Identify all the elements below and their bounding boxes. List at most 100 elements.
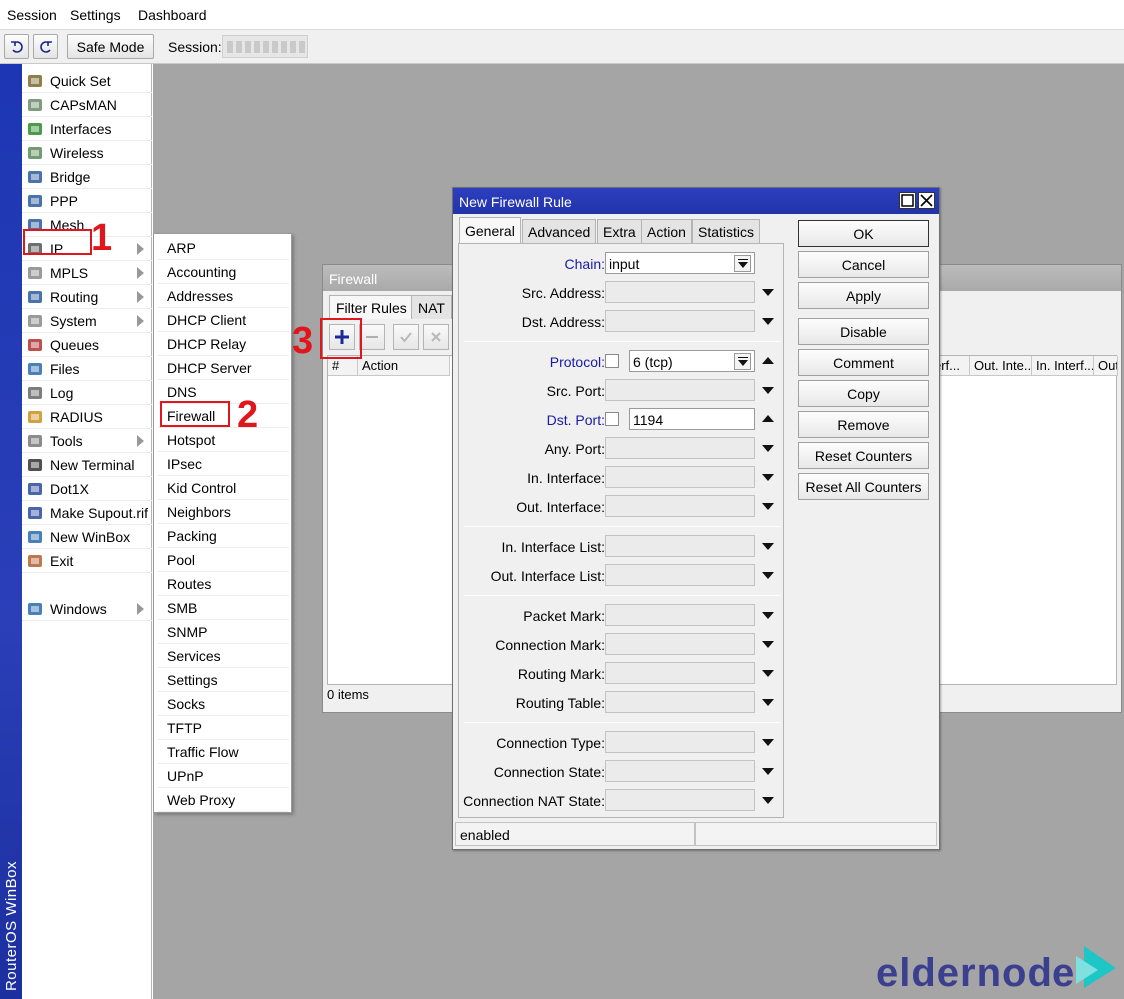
tab-general[interactable]: General	[459, 217, 521, 243]
in-interface-list-field[interactable]	[605, 535, 755, 557]
chevron-down-icon[interactable]	[762, 543, 774, 550]
packet-mark-field[interactable]	[605, 604, 755, 626]
remove-button[interactable]: Remove	[798, 411, 929, 438]
submenu-item-smb[interactable]: SMB	[158, 596, 289, 620]
menu-settings[interactable]: Settings	[70, 7, 121, 23]
submenu-item-addresses[interactable]: Addresses	[158, 284, 289, 308]
submenu-item-pool[interactable]: Pool	[158, 548, 289, 572]
submenu-item-packing[interactable]: Packing	[158, 524, 289, 548]
sidebar-item-capsman[interactable]: CAPsMAN	[22, 93, 152, 117]
disable-button[interactable]: Disable	[798, 318, 929, 345]
dst-port-negate-checkbox[interactable]	[605, 412, 619, 426]
tab-action[interactable]: Action	[641, 219, 692, 243]
submenu-item-upnp[interactable]: UPnP	[158, 764, 289, 788]
dst-port-field[interactable]: 1194	[629, 408, 755, 430]
chevron-down-icon[interactable]	[762, 768, 774, 775]
chevron-down-icon[interactable]	[762, 289, 774, 296]
sidebar-item-make-supout-rif[interactable]: Make Supout.rif	[22, 501, 152, 525]
submenu-item-accounting[interactable]: Accounting	[158, 260, 289, 284]
tab-nat[interactable]: NAT	[411, 295, 452, 319]
submenu-item-socks[interactable]: Socks	[158, 692, 289, 716]
submenu-item-dhcp-client[interactable]: DHCP Client	[158, 308, 289, 332]
tab-advanced[interactable]: Advanced	[522, 219, 597, 243]
dst-address-field[interactable]	[605, 310, 755, 332]
dialog-titlebar[interactable]: New Firewall Rule	[453, 188, 939, 214]
undo-button[interactable]	[4, 34, 29, 59]
chevron-down-icon[interactable]	[762, 670, 774, 677]
tab-filter-rules[interactable]: Filter Rules	[329, 295, 414, 319]
connection-type-field[interactable]	[605, 731, 755, 753]
chain-dropdown-icon[interactable]	[734, 255, 751, 272]
sidebar-item-queues[interactable]: Queues	[22, 333, 152, 357]
sidebar-item-routing[interactable]: Routing	[22, 285, 152, 309]
connection-mark-field[interactable]	[605, 633, 755, 655]
submenu-item-dhcp-server[interactable]: DHCP Server	[158, 356, 289, 380]
enable-rule-button[interactable]	[393, 324, 419, 350]
sidebar-item-new-terminal[interactable]: New Terminal	[22, 453, 152, 477]
chevron-down-icon[interactable]	[762, 503, 774, 510]
sidebar-item-ppp[interactable]: PPP	[22, 189, 152, 213]
chevron-down-icon[interactable]	[762, 474, 774, 481]
sidebar-item-system[interactable]: System	[22, 309, 152, 333]
submenu-item-settings[interactable]: Settings	[158, 668, 289, 692]
column-header[interactable]: In. Interf...	[1032, 356, 1094, 376]
column-header[interactable]: Out. Inte...	[970, 356, 1032, 376]
reset-counters-button[interactable]: Reset Counters	[798, 442, 929, 469]
connection-nat-state-field[interactable]	[605, 789, 755, 811]
submenu-item-hotspot[interactable]: Hotspot	[158, 428, 289, 452]
in-interface-field[interactable]	[605, 466, 755, 488]
copy-button[interactable]: Copy	[798, 380, 929, 407]
sidebar-item-tools[interactable]: Tools	[22, 429, 152, 453]
sidebar-item-wireless[interactable]: Wireless	[22, 141, 152, 165]
any-port-field[interactable]	[605, 437, 755, 459]
sidebar-item-radius[interactable]: RADIUS	[22, 405, 152, 429]
protocol-select[interactable]: 6 (tcp)	[629, 350, 755, 372]
submenu-item-arp[interactable]: ARP	[158, 236, 289, 260]
protocol-dropdown-icon[interactable]	[734, 353, 751, 370]
chevron-down-icon[interactable]	[762, 699, 774, 706]
cancel-button[interactable]: Cancel	[798, 251, 929, 278]
src-address-field[interactable]	[605, 281, 755, 303]
sidebar-item-quick-set[interactable]: Quick Set	[22, 69, 152, 93]
submenu-item-ipsec[interactable]: IPsec	[158, 452, 289, 476]
chevron-down-icon[interactable]	[762, 445, 774, 452]
tab-statistics[interactable]: Statistics	[692, 219, 761, 243]
out-interface-field[interactable]	[605, 495, 755, 517]
chevron-down-icon[interactable]	[762, 797, 774, 804]
chevron-up-icon[interactable]	[762, 415, 774, 422]
sidebar-item-interfaces[interactable]: Interfaces	[22, 117, 152, 141]
sidebar-item-windows[interactable]: Windows	[22, 597, 152, 621]
chain-select[interactable]: input	[605, 252, 755, 274]
sidebar-item-exit[interactable]: Exit	[22, 549, 152, 573]
submenu-item-traffic-flow[interactable]: Traffic Flow	[158, 740, 289, 764]
tab-extra[interactable]: Extra	[597, 219, 642, 243]
sidebar-item-mpls[interactable]: MPLS	[22, 261, 152, 285]
apply-button[interactable]: Apply	[798, 282, 929, 309]
submenu-item-kid-control[interactable]: Kid Control	[158, 476, 289, 500]
protocol-negate-checkbox[interactable]	[605, 354, 619, 368]
disable-rule-button[interactable]	[423, 324, 449, 350]
submenu-item-services[interactable]: Services	[158, 644, 289, 668]
out-interface-list-field[interactable]	[605, 564, 755, 586]
connection-state-field[interactable]	[605, 760, 755, 782]
chevron-down-icon[interactable]	[762, 387, 774, 394]
routing-mark-field[interactable]	[605, 662, 755, 684]
submenu-item-dhcp-relay[interactable]: DHCP Relay	[158, 332, 289, 356]
redo-button[interactable]	[33, 34, 58, 59]
sidebar-item-dot1x[interactable]: Dot1X	[22, 477, 152, 501]
src-port-field[interactable]	[605, 379, 755, 401]
routing-table-field[interactable]	[605, 691, 755, 713]
submenu-item-snmp[interactable]: SNMP	[158, 620, 289, 644]
submenu-item-neighbors[interactable]: Neighbors	[158, 500, 289, 524]
menu-session[interactable]: Session	[7, 7, 57, 23]
chevron-down-icon[interactable]	[762, 641, 774, 648]
remove-rule-button[interactable]	[359, 324, 385, 350]
safe-mode-button[interactable]: Safe Mode	[67, 34, 154, 59]
comment-button[interactable]: Comment	[798, 349, 929, 376]
sidebar-item-files[interactable]: Files	[22, 357, 152, 381]
chevron-down-icon[interactable]	[762, 318, 774, 325]
sidebar-item-new-winbox[interactable]: New WinBox	[22, 525, 152, 549]
chevron-down-icon[interactable]	[762, 739, 774, 746]
chevron-down-icon[interactable]	[762, 572, 774, 579]
column-header[interactable]: #	[328, 356, 358, 376]
